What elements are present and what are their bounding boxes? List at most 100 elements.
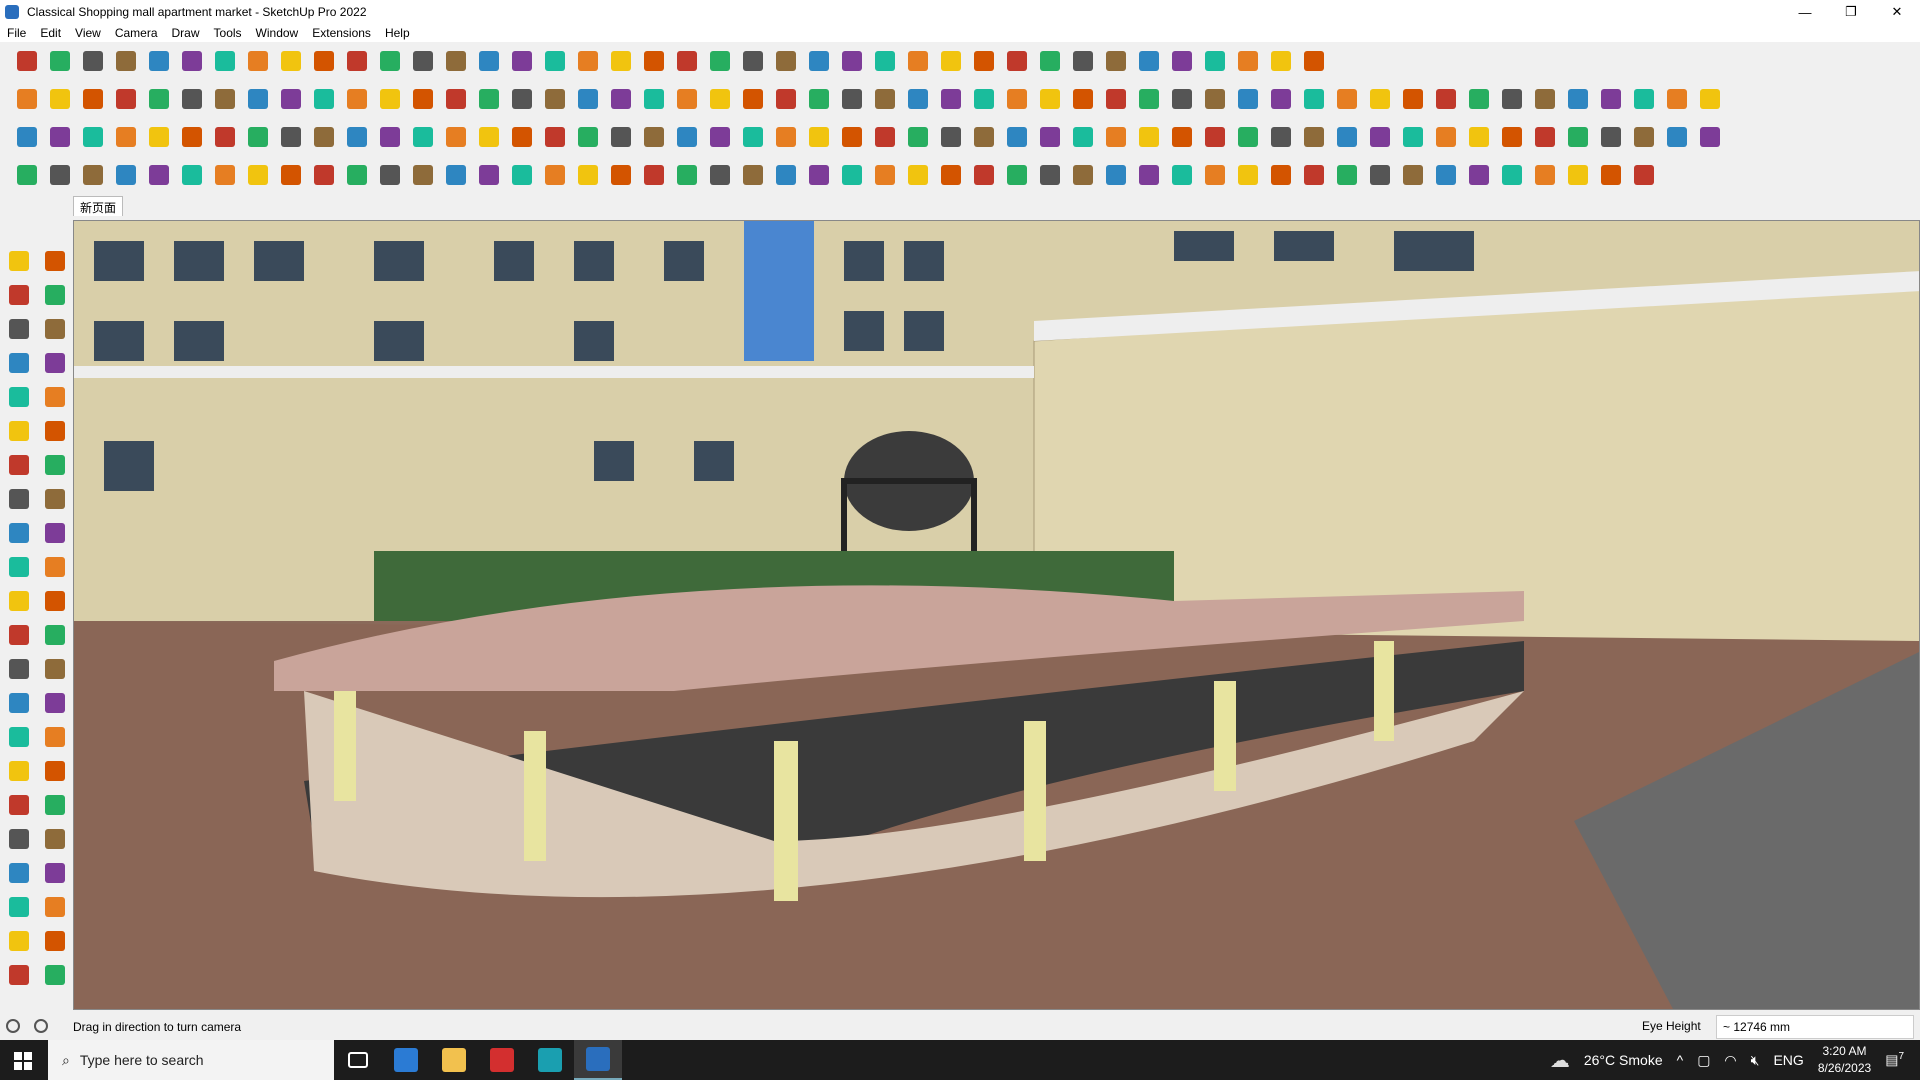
tool-button[interactable] xyxy=(804,46,834,76)
3dsmax-icon[interactable] xyxy=(526,1040,574,1080)
tool-button[interactable] xyxy=(1299,46,1329,76)
tool-button[interactable] xyxy=(4,924,34,958)
tool-button[interactable] xyxy=(144,160,174,190)
tool-button[interactable] xyxy=(1299,84,1329,114)
tool-button[interactable] xyxy=(40,584,70,618)
acrobat-icon[interactable] xyxy=(478,1040,526,1080)
tool-button[interactable] xyxy=(40,788,70,822)
maximize-button[interactable]: ❐ xyxy=(1828,0,1874,24)
tool-button[interactable] xyxy=(408,160,438,190)
tool-button[interactable] xyxy=(1497,84,1527,114)
tool-button[interactable] xyxy=(771,122,801,152)
tool-button[interactable] xyxy=(342,122,372,152)
tool-button[interactable] xyxy=(40,822,70,856)
tool-button[interactable] xyxy=(639,160,669,190)
tool-button[interactable] xyxy=(4,448,34,482)
tool-button[interactable] xyxy=(1563,84,1593,114)
tool-button[interactable] xyxy=(45,46,75,76)
tool-button[interactable] xyxy=(177,46,207,76)
tool-button[interactable] xyxy=(474,160,504,190)
tool-button[interactable] xyxy=(4,346,34,380)
tool-button[interactable] xyxy=(40,516,70,550)
tool-button[interactable] xyxy=(1101,160,1131,190)
tool-button[interactable] xyxy=(507,122,537,152)
tool-button[interactable] xyxy=(1596,122,1626,152)
tool-button[interactable] xyxy=(342,160,372,190)
tool-button[interactable] xyxy=(507,84,537,114)
tool-button[interactable] xyxy=(771,84,801,114)
tool-button[interactable] xyxy=(1233,46,1263,76)
tool-button[interactable] xyxy=(40,346,70,380)
tool-button[interactable] xyxy=(144,46,174,76)
tool-button[interactable] xyxy=(78,122,108,152)
tool-button[interactable] xyxy=(837,84,867,114)
tool-button[interactable] xyxy=(1068,122,1098,152)
menu-window[interactable]: Window xyxy=(249,26,306,40)
tool-button[interactable] xyxy=(408,122,438,152)
tool-button[interactable] xyxy=(1266,160,1296,190)
tool-button[interactable] xyxy=(45,160,75,190)
tool-button[interactable] xyxy=(1134,160,1164,190)
tool-button[interactable] xyxy=(1431,160,1461,190)
tool-button[interactable] xyxy=(276,122,306,152)
menu-view[interactable]: View xyxy=(68,26,108,40)
tool-button[interactable] xyxy=(1596,84,1626,114)
tool-button[interactable] xyxy=(1464,84,1494,114)
meet-icon[interactable]: ▢ xyxy=(1697,1052,1710,1069)
tool-button[interactable] xyxy=(4,278,34,312)
tool-button[interactable] xyxy=(1332,122,1362,152)
tool-button[interactable] xyxy=(342,46,372,76)
tool-button[interactable] xyxy=(1464,160,1494,190)
scene-tab[interactable]: 新页面 xyxy=(73,196,124,216)
tool-button[interactable] xyxy=(243,46,273,76)
tool-button[interactable] xyxy=(1398,122,1428,152)
tool-button[interactable] xyxy=(408,84,438,114)
tool-button[interactable] xyxy=(1464,122,1494,152)
tool-button[interactable] xyxy=(1035,160,1065,190)
taskbar-search[interactable]: ⌕ Type here to search xyxy=(48,1040,334,1080)
tool-button[interactable] xyxy=(40,924,70,958)
tool-button[interactable] xyxy=(4,822,34,856)
tool-button[interactable] xyxy=(309,160,339,190)
tool-button[interactable] xyxy=(639,84,669,114)
menu-tools[interactable]: Tools xyxy=(207,26,249,40)
tool-button[interactable] xyxy=(309,122,339,152)
tool-button[interactable] xyxy=(1167,84,1197,114)
tool-button[interactable] xyxy=(837,160,867,190)
tool-button[interactable] xyxy=(1101,84,1131,114)
tool-button[interactable] xyxy=(1695,122,1725,152)
tool-button[interactable] xyxy=(474,46,504,76)
tool-button[interactable] xyxy=(1002,84,1032,114)
tool-button[interactable] xyxy=(4,550,34,584)
tool-button[interactable] xyxy=(936,84,966,114)
tool-button[interactable] xyxy=(606,46,636,76)
tool-button[interactable] xyxy=(903,46,933,76)
menu-help[interactable]: Help xyxy=(378,26,417,40)
tool-button[interactable] xyxy=(474,122,504,152)
tool-button[interactable] xyxy=(40,856,70,890)
tool-button[interactable] xyxy=(1002,160,1032,190)
tool-button[interactable] xyxy=(738,84,768,114)
tool-button[interactable] xyxy=(1167,46,1197,76)
tool-button[interactable] xyxy=(837,46,867,76)
tool-button[interactable] xyxy=(441,46,471,76)
chevron-up-icon[interactable]: ^ xyxy=(1677,1052,1684,1068)
tool-button[interactable] xyxy=(969,160,999,190)
tool-button[interactable] xyxy=(177,84,207,114)
menu-camera[interactable]: Camera xyxy=(108,26,165,40)
tool-button[interactable] xyxy=(1068,160,1098,190)
tool-button[interactable] xyxy=(1200,46,1230,76)
tool-button[interactable] xyxy=(1497,122,1527,152)
tool-button[interactable] xyxy=(969,46,999,76)
tool-button[interactable] xyxy=(40,380,70,414)
language-indicator[interactable]: ENG xyxy=(1773,1052,1803,1068)
model-viewport[interactable] xyxy=(73,220,1920,1010)
tool-button[interactable] xyxy=(375,46,405,76)
geolocation-icon[interactable] xyxy=(6,1019,20,1033)
tool-button[interactable] xyxy=(1101,122,1131,152)
tool-button[interactable] xyxy=(903,122,933,152)
tool-button[interactable] xyxy=(540,84,570,114)
tool-button[interactable] xyxy=(4,958,34,992)
tool-button[interactable] xyxy=(672,84,702,114)
tool-button[interactable] xyxy=(573,122,603,152)
